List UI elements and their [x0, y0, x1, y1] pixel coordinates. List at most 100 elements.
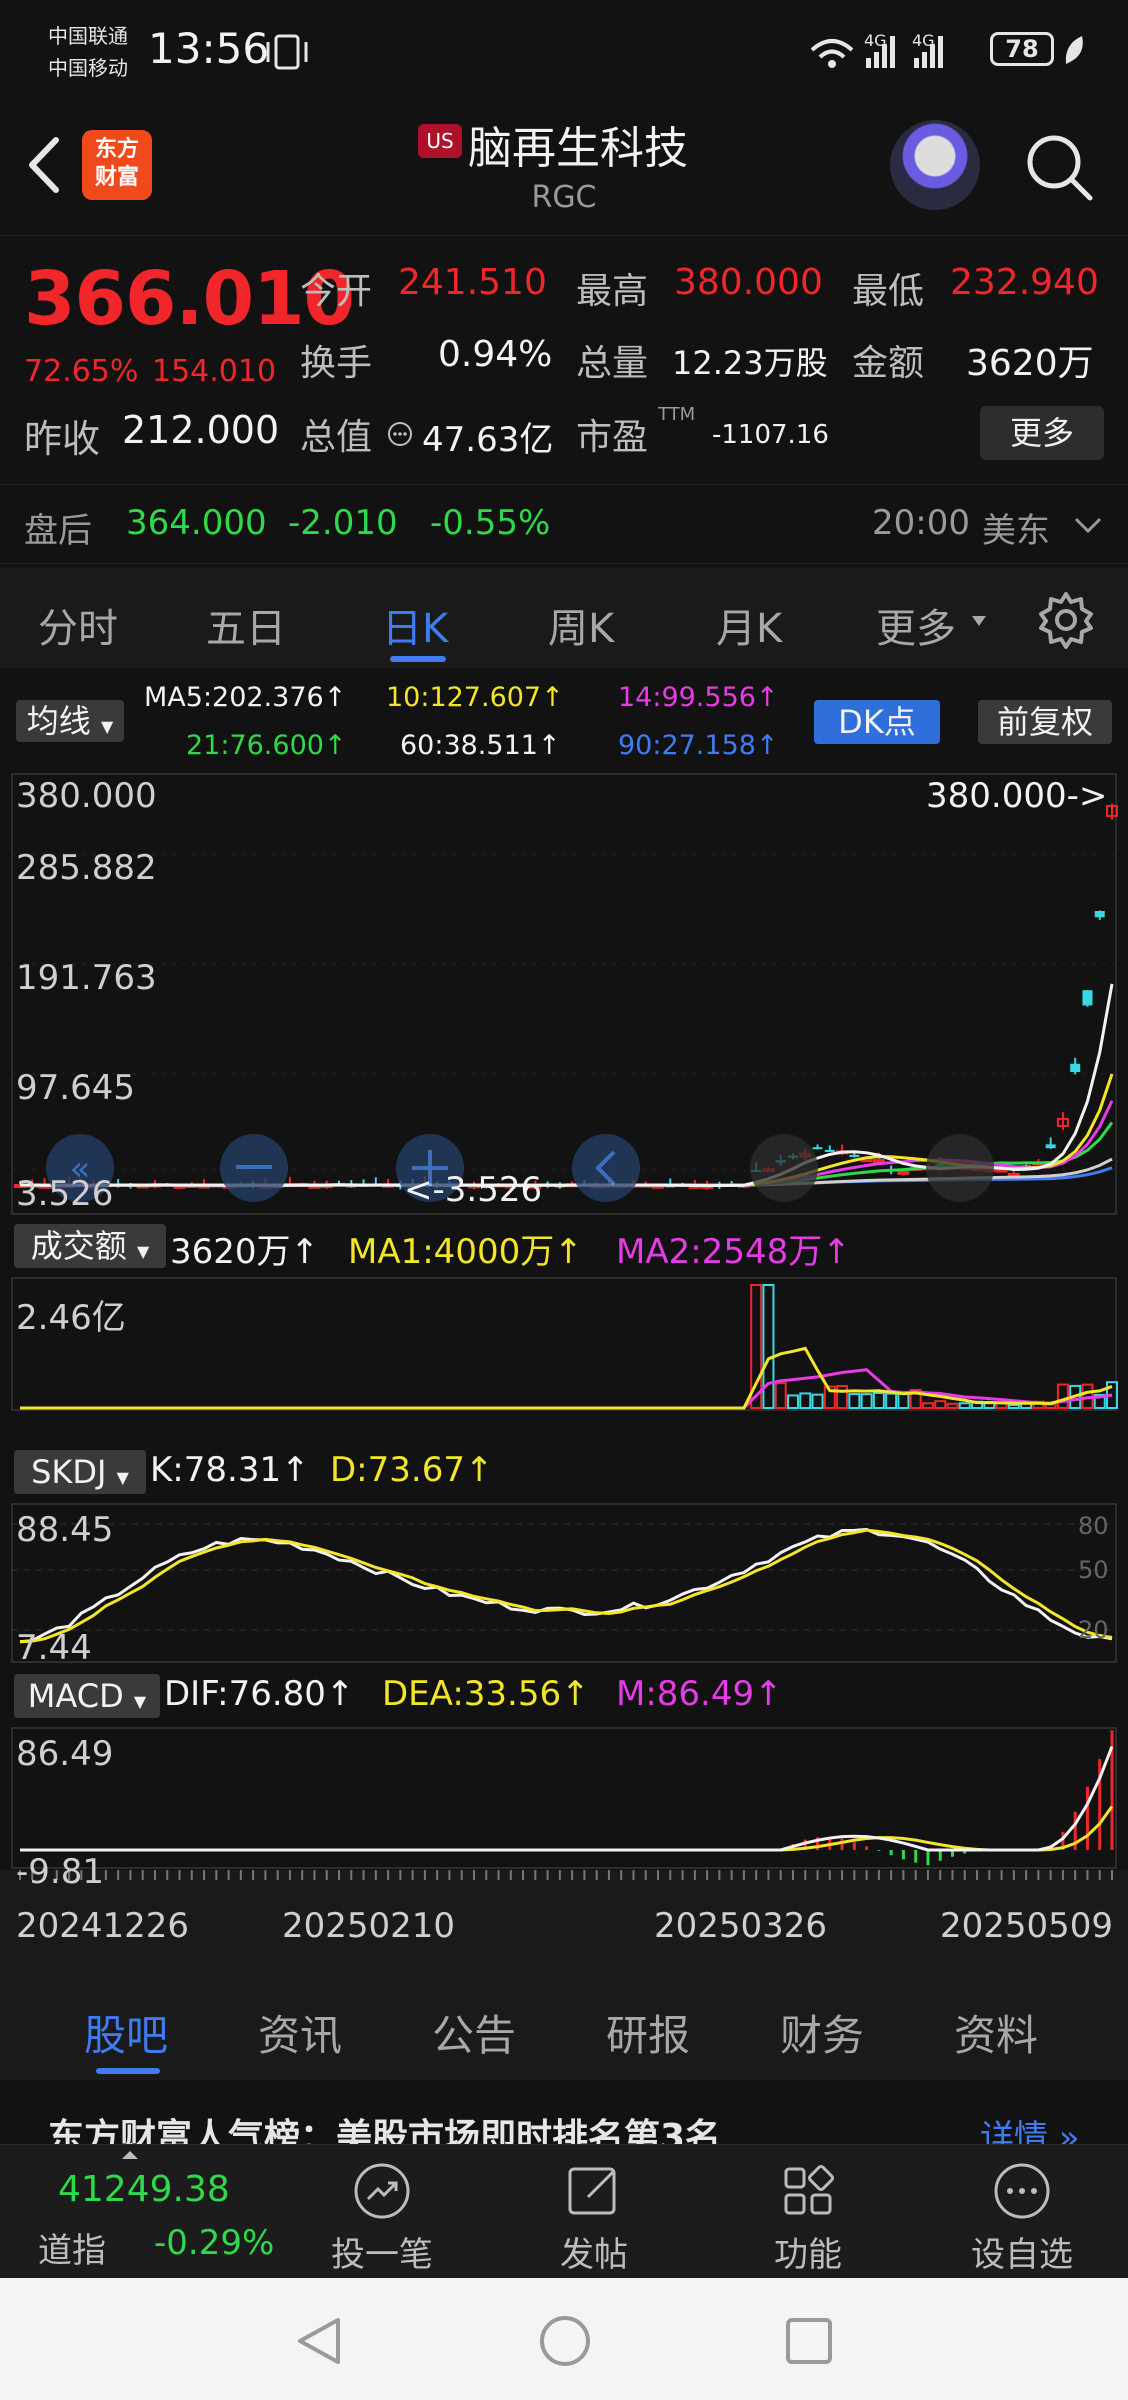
zoom-out-icon — [236, 1165, 272, 1169]
pe-ttm-sup: TTM — [658, 404, 696, 425]
trend-circle-icon[interactable] — [350, 2159, 414, 2223]
open-label: 今开 — [300, 271, 373, 312]
status-bar: 中国联通 中国移动 13:56 4G 4G 78 — [0, 0, 1128, 100]
ma14-value: 14:99.556↑ — [618, 682, 779, 713]
stock-name: 脑再生科技 — [468, 123, 688, 174]
bottom-action-bar: 41249.38 道指 -0.29% 投一笔 发帖 功能 设自选 — [0, 2144, 1128, 2278]
quote-panel: 366.010 72.65% 154.010 今开 241.510 最高 380… — [0, 235, 1128, 470]
dk-point-button[interactable]: DK点 — [814, 700, 940, 744]
tab-research[interactable]: 研报 — [606, 2002, 690, 2063]
candle-body — [1070, 1063, 1081, 1073]
after-hours-price: 364.000 — [126, 503, 267, 543]
scroll-left-button[interactable] — [572, 1134, 640, 1202]
signal-icon: 4G 4G — [810, 31, 943, 68]
index-value[interactable]: 41249.38 — [58, 2169, 230, 2210]
assistant-robot-icon[interactable] — [890, 120, 980, 210]
more-button[interactable]: 更多 — [980, 406, 1104, 460]
invest-label[interactable]: 投一笔 — [292, 2227, 472, 2276]
volume-bar — [872, 1391, 885, 1410]
open-value: 241.510 — [398, 262, 547, 303]
volume-bar — [934, 1400, 947, 1409]
watchlist-label[interactable]: 设自选 — [932, 2227, 1112, 2276]
active-tab-indicator — [96, 2068, 160, 2074]
volume-bar — [921, 1402, 934, 1410]
after-hours-percent: -0.55% — [430, 503, 551, 543]
tab-news[interactable]: 资讯 — [258, 2002, 342, 2063]
volume-bar — [897, 1392, 910, 1409]
price-axis-label: 97.645 — [16, 1068, 135, 1108]
details-link[interactable]: 详情 » — [980, 2110, 1080, 2144]
macd-dea-value: DEA:33.56↑ — [382, 1674, 590, 1714]
ma60-value: 60:38.511↑ — [400, 730, 561, 761]
tab-announcements[interactable]: 公告 — [432, 2002, 516, 2063]
macd-indicator-selector[interactable]: MACD ▼ — [14, 1674, 160, 1718]
after-hours-row[interactable]: 盘后 364.000 -2.010 -0.55% 20:00 美东 — [0, 484, 1128, 564]
amount-value: 3620万 — [966, 343, 1094, 384]
tab-more[interactable]: 更多 — [876, 596, 956, 654]
volume-bar — [848, 1393, 861, 1410]
skdj-level-label: 80 — [1078, 1512, 1109, 1540]
price-axis-label: 3.526 — [16, 1174, 114, 1214]
ma10-value: 10:127.607↑ — [386, 682, 564, 713]
more-info-icon[interactable] — [386, 420, 414, 448]
after-hours-label: 盘后 — [24, 511, 92, 551]
date-label: 20250210 — [282, 1906, 456, 1946]
tab-daily-k[interactable]: 日K — [382, 596, 448, 654]
nav-back-icon[interactable] — [294, 2314, 344, 2368]
period-tabs: 分时 五日 日K 周K 月K 更多 — [0, 568, 1128, 668]
volume-ma1-line — [20, 1346, 1113, 1410]
price-axis-label: 285.882 — [16, 848, 157, 888]
popularity-banner[interactable]: 东方财富人气榜：美股市场即时排名第3名 详情 » — [0, 2080, 1128, 2144]
volume-bar — [1056, 1383, 1069, 1409]
volume-bar — [885, 1392, 898, 1410]
tab-financials[interactable]: 财务 — [780, 2002, 864, 2063]
kline-chart-area[interactable]: « — [0, 770, 1128, 1980]
nav-home-icon[interactable] — [538, 2314, 592, 2368]
skdj-level-label: 50 — [1078, 1556, 1109, 1584]
price-axis-label: 380.000 — [16, 776, 157, 816]
settings-gear-icon[interactable] — [1036, 590, 1096, 650]
tab-intraday[interactable]: 分时 — [38, 596, 118, 654]
adjust-mode-button[interactable]: 前复权 — [978, 700, 1112, 744]
fast-forward-button[interactable] — [926, 1134, 994, 1202]
market-cap-value: 47.63亿 — [422, 420, 554, 460]
turnover-value: 0.94% — [438, 334, 553, 375]
change-amount: 154.010 — [152, 354, 277, 389]
skdj-level-label: 20 — [1078, 1616, 1109, 1644]
nav-recents-icon[interactable] — [784, 2316, 834, 2366]
candle-body — [1094, 911, 1105, 918]
tab-forum[interactable]: 股吧 — [84, 2002, 168, 2063]
carrier-label: 中国移动 — [48, 56, 128, 80]
tab-profile[interactable]: 资料 — [954, 2002, 1038, 2063]
volume-bars — [750, 1284, 1118, 1410]
candle-body — [824, 1149, 835, 1152]
search-icon[interactable] — [1020, 128, 1100, 208]
tab-weekly-k[interactable]: 周K — [548, 596, 614, 654]
stock-header: 东方 财富 US 脑再生科技 RGC — [0, 100, 1128, 235]
candle-body — [849, 1154, 860, 1157]
tab-five-day[interactable]: 五日 — [206, 596, 286, 654]
edit-post-icon[interactable] — [562, 2159, 626, 2223]
ma21-value: 21:76.600↑ — [186, 730, 347, 761]
grid-functions-icon[interactable] — [776, 2159, 840, 2223]
post-label[interactable]: 发帖 — [504, 2227, 684, 2276]
prev-close-label: 昨收 — [24, 417, 101, 461]
leaf-icon — [1065, 36, 1083, 64]
tab-monthly-k[interactable]: 月K — [716, 596, 782, 654]
macd-dif-line — [20, 1745, 1114, 1852]
candle-body — [1045, 1144, 1056, 1149]
volume-bar — [799, 1392, 812, 1409]
ma-selector[interactable]: 均线 ▼ — [16, 700, 124, 742]
functions-label[interactable]: 功能 — [718, 2227, 898, 2276]
caret-down-icon: ▼ — [100, 717, 114, 736]
skdj-indicator-selector[interactable]: SKDJ ▼ — [14, 1450, 146, 1494]
skdj-d-line — [19, 1528, 1113, 1644]
high-price-marker: 380.000-> — [926, 776, 1108, 816]
prev-close-value: 212.000 — [122, 408, 280, 452]
macd-dea-line — [20, 1805, 1114, 1852]
low-price-marker: <-3.526 — [404, 1170, 543, 1210]
scroll-right-button[interactable] — [750, 1134, 818, 1202]
pe-value: -1107.16 — [712, 420, 829, 450]
volume-indicator-selector[interactable]: 成交额 ▼ — [14, 1224, 166, 1268]
more-dots-icon[interactable] — [990, 2159, 1054, 2223]
